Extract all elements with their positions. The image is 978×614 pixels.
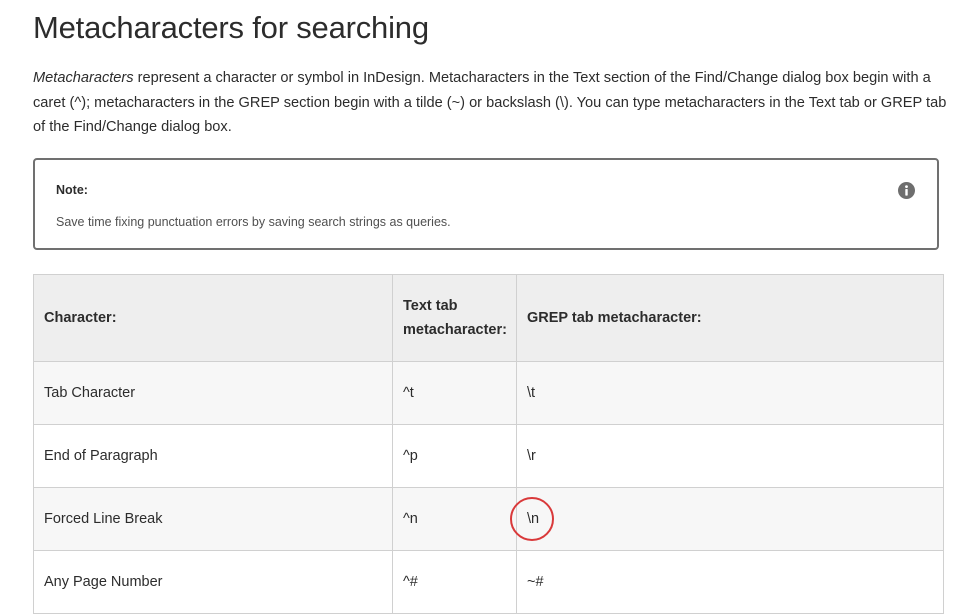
note-text: Save time fixing punctuation errors by s…	[56, 215, 451, 229]
intro-text: represent a character or symbol in InDes…	[33, 70, 947, 135]
cell-text-tab: ^#	[392, 550, 517, 614]
cell-text-tab: ^n	[392, 487, 517, 551]
cell-character: Tab Character	[33, 361, 393, 425]
note-title: Note:	[56, 183, 88, 197]
table-header-row: Character: Text tab metacharacter: GREP …	[33, 274, 944, 362]
intro-lead-italic: Metacharacters	[33, 70, 134, 86]
note-box: Note: Save time fixing punctuation error…	[33, 158, 939, 250]
metacharacters-table: Character: Text tab metacharacter: GREP …	[33, 274, 944, 614]
cell-grep-tab: ~#	[516, 550, 944, 614]
header-grep-tab: GREP tab metacharacter:	[516, 274, 944, 362]
cell-text-tab: ^t	[392, 361, 517, 425]
info-icon	[898, 182, 915, 199]
table-row: Any Page Number ^# ~#	[33, 550, 944, 614]
cell-grep-tab: \t	[516, 361, 944, 425]
cell-character: Any Page Number	[33, 550, 393, 614]
header-character: Character:	[33, 274, 393, 362]
page-title: Metacharacters for searching	[33, 10, 429, 45]
table-row: Tab Character ^t \t	[33, 361, 944, 425]
table-row: Forced Line Break ^n \n	[33, 487, 944, 551]
cell-character: Forced Line Break	[33, 487, 393, 551]
cell-text-tab: ^p	[392, 424, 517, 488]
cell-grep-tab: \n	[516, 487, 944, 551]
cell-character: End of Paragraph	[33, 424, 393, 488]
table-row: End of Paragraph ^p \r	[33, 424, 944, 488]
page: Metacharacters for searching Metacharact…	[0, 0, 978, 614]
cell-grep-tab: \r	[516, 424, 944, 488]
intro-paragraph: Metacharacters represent a character or …	[33, 66, 948, 140]
header-text-tab: Text tab metacharacter:	[392, 274, 517, 362]
